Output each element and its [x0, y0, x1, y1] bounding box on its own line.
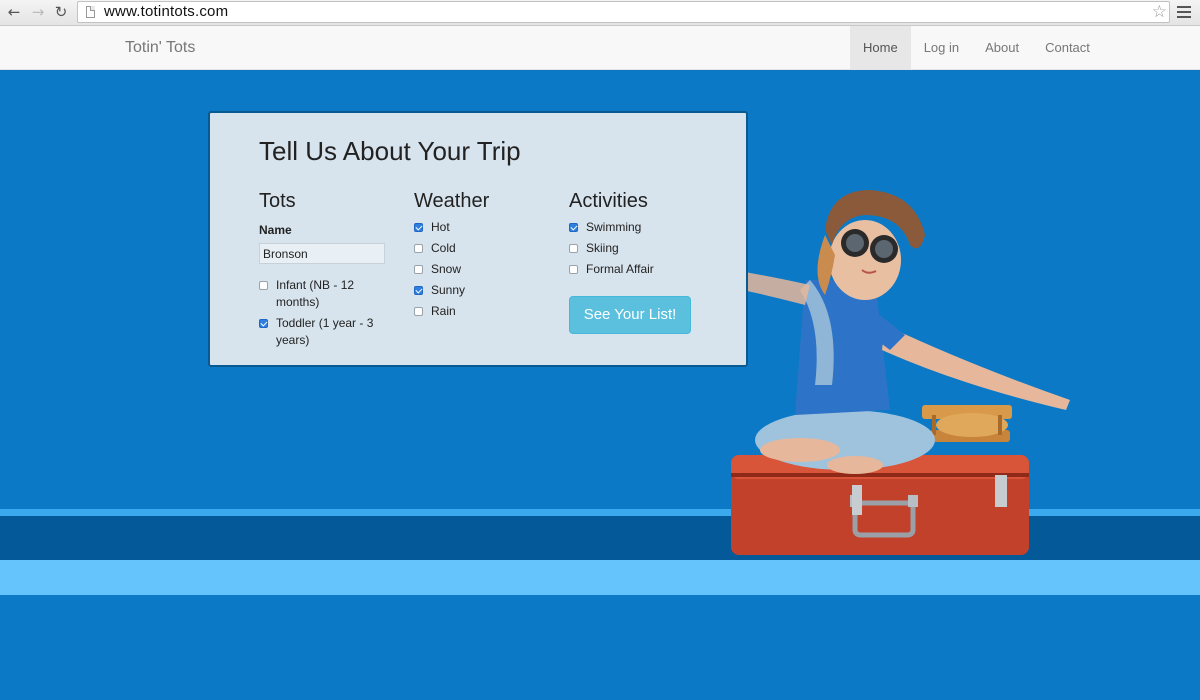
checkbox-toddler[interactable]: Toddler (1 year - 3 years) — [259, 315, 379, 349]
browser-menu-icon[interactable] — [1177, 6, 1191, 18]
tots-heading: Tots — [259, 190, 296, 212]
brand-link[interactable]: Totin' Tots — [125, 26, 195, 70]
checkbox-box[interactable] — [414, 244, 423, 253]
activities-column: Activities Swimming Skiing Formal Affair — [569, 189, 729, 278]
checkbox-box[interactable] — [414, 307, 423, 316]
checkbox-box[interactable] — [569, 265, 578, 274]
reload-icon[interactable]: ↻ — [53, 4, 69, 20]
checkbox-box[interactable] — [259, 281, 268, 290]
checkbox-label: Hot — [431, 220, 450, 234]
url-text: www.totintots.com — [104, 3, 229, 20]
name-label: Name — [259, 223, 292, 237]
checkbox-skiing[interactable]: Skiing — [569, 240, 729, 257]
checkbox-label: Infant (NB - 12 months) — [276, 278, 355, 309]
checkbox-label: Swimming — [586, 220, 642, 234]
checkbox-rain[interactable]: Rain — [414, 303, 554, 320]
nav-link-login[interactable]: Log in — [911, 26, 972, 69]
checkbox-formal-affair[interactable]: Formal Affair — [569, 261, 729, 278]
checkbox-box[interactable] — [414, 286, 423, 295]
checkbox-box[interactable] — [259, 319, 268, 328]
checkbox-label: Cold — [431, 241, 456, 255]
checkbox-label: Toddler (1 year - 3 years) — [276, 316, 374, 347]
checkbox-snow[interactable]: Snow — [414, 261, 554, 278]
nav-links: Home Log in About Contact — [850, 26, 1103, 69]
checkbox-swimming[interactable]: Swimming — [569, 219, 729, 236]
weather-column: Weather Hot Cold Snow Sunny Rain — [414, 189, 554, 320]
checkbox-box[interactable] — [569, 244, 578, 253]
tots-column: Tots Name Infant (NB - 12 months) Toddle… — [259, 189, 399, 349]
nav-link-about[interactable]: About — [972, 26, 1032, 69]
address-bar[interactable]: www.totintots.com ☆ — [77, 1, 1170, 23]
activities-heading: Activities — [569, 190, 648, 212]
name-input[interactable] — [259, 243, 385, 264]
forward-arrow-icon[interactable]: → — [30, 4, 46, 20]
checkbox-box[interactable] — [414, 223, 423, 232]
nav-link-home[interactable]: Home — [850, 26, 911, 69]
checkbox-cold[interactable]: Cold — [414, 240, 554, 257]
checkbox-box[interactable] — [569, 223, 578, 232]
checkbox-label: Rain — [431, 304, 456, 318]
checkbox-infant[interactable]: Infant (NB - 12 months) — [259, 277, 379, 311]
checkbox-label: Snow — [431, 262, 462, 276]
checkbox-label: Skiing — [586, 241, 619, 255]
site-navbar: Totin' Tots Home Log in About Contact — [0, 26, 1200, 70]
browser-toolbar: ← → ↻ www.totintots.com ☆ — [0, 0, 1200, 26]
checkbox-hot[interactable]: Hot — [414, 219, 554, 236]
checkbox-label: Sunny — [431, 283, 466, 297]
checkbox-sunny[interactable]: Sunny — [414, 282, 554, 299]
page-icon — [86, 6, 95, 18]
checkbox-label: Formal Affair — [586, 262, 654, 276]
checkbox-box[interactable] — [414, 265, 423, 274]
hero-stripe-light — [0, 560, 1200, 595]
nav-link-contact[interactable]: Contact — [1032, 26, 1103, 69]
trip-form-panel: Tell Us About Your Trip Tots Name Infant… — [208, 111, 748, 367]
form-title: Tell Us About Your Trip — [259, 136, 521, 166]
back-arrow-icon[interactable]: ← — [6, 4, 22, 20]
weather-heading: Weather — [414, 190, 490, 212]
see-your-list-button[interactable]: See Your List! — [569, 296, 691, 334]
bookmark-star-icon[interactable]: ☆ — [1152, 2, 1167, 22]
